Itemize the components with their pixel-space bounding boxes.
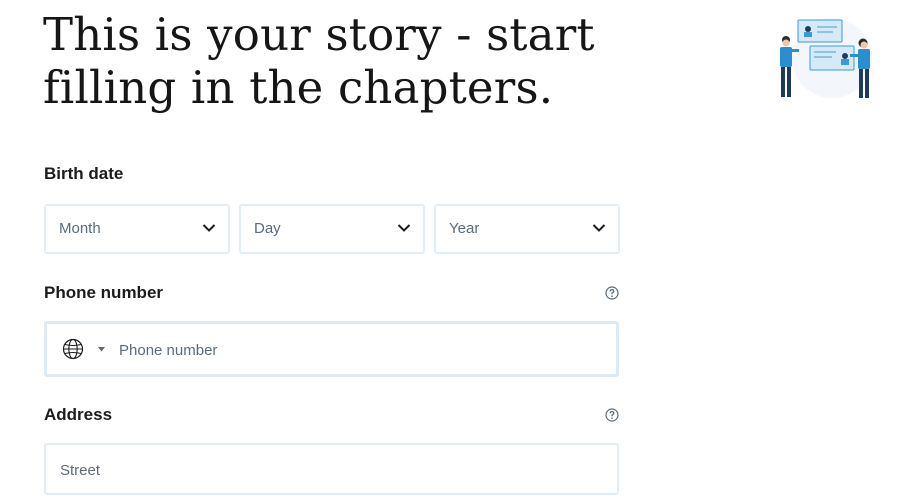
- month-select-value: Month: [59, 220, 101, 237]
- question-circle-icon[interactable]: [605, 286, 619, 300]
- globe-icon: [62, 338, 84, 360]
- people-profile-cards-illustration: [780, 18, 872, 98]
- chevron-down-icon: [592, 224, 606, 232]
- year-select-value: Year: [449, 220, 480, 237]
- day-select[interactable]: Day: [239, 204, 425, 254]
- birth-date-label: Birth date: [44, 164, 124, 183]
- day-select-value: Day: [254, 220, 281, 237]
- month-select[interactable]: Month: [44, 204, 230, 254]
- profile-form-page: This is your story - start filling in th…: [0, 0, 900, 502]
- phone-number-input[interactable]: [117, 334, 601, 366]
- phone-number-label: Phone number: [44, 283, 164, 302]
- page-title: This is your story - start filling in th…: [43, 8, 595, 114]
- country-code-selector[interactable]: [47, 324, 111, 374]
- caret-down-icon: [98, 347, 105, 352]
- chevron-down-icon: [397, 224, 411, 232]
- street-field: [44, 443, 619, 495]
- year-select[interactable]: Year: [434, 204, 620, 254]
- street-input[interactable]: [58, 455, 602, 485]
- chevron-down-icon: [202, 224, 216, 232]
- address-label: Address: [44, 405, 113, 424]
- question-circle-icon[interactable]: [605, 408, 619, 422]
- phone-number-field: [44, 321, 619, 377]
